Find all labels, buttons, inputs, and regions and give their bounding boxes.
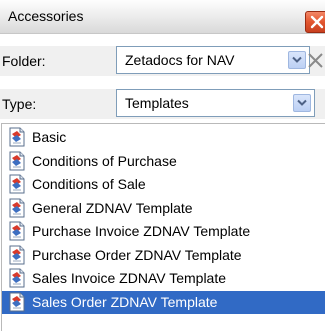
- type-dropdown[interactable]: Templates: [116, 89, 315, 117]
- clear-icon: [308, 53, 323, 68]
- template-list-item[interactable]: Purchase Order ZDNAV Template: [2, 244, 325, 267]
- close-button[interactable]: [305, 11, 325, 33]
- type-dropdown-button[interactable]: [293, 94, 311, 112]
- accessories-panel: Accessories Folder: Zetadocs for NAV Typ…: [0, 0, 325, 331]
- clear-folder-button[interactable]: [306, 51, 325, 70]
- template-list-item-label: Sales Invoice ZDNAV Template: [32, 270, 227, 286]
- document-template-icon: [9, 221, 25, 241]
- document-template-icon: [9, 198, 25, 218]
- template-list-item[interactable]: Sales Invoice ZDNAV Template: [2, 267, 325, 290]
- template-list-item-label: Conditions of Sale: [32, 176, 146, 192]
- template-list-item[interactable]: Basic: [2, 126, 325, 149]
- type-value: Templates: [125, 95, 189, 111]
- document-template-icon: [9, 292, 25, 312]
- folder-label: Folder:: [2, 53, 46, 69]
- document-template-icon: [9, 174, 25, 194]
- template-list-item[interactable]: Conditions of Sale: [2, 173, 325, 196]
- folder-dropdown[interactable]: Zetadocs for NAV: [116, 46, 310, 74]
- close-icon: [310, 15, 324, 29]
- folder-row: Folder: Zetadocs for NAV: [0, 46, 325, 76]
- template-list-item-label: Purchase Invoice ZDNAV Template: [32, 223, 251, 239]
- template-list-item[interactable]: Sales Order ZDNAV Template: [2, 291, 325, 314]
- folder-dropdown-button[interactable]: [288, 51, 306, 69]
- folder-value: Zetadocs for NAV: [125, 52, 235, 68]
- type-row: Type: Templates: [0, 89, 325, 119]
- template-list-item-label: Sales Order ZDNAV Template: [32, 294, 218, 310]
- panel-title: Accessories: [8, 8, 84, 24]
- document-template-icon: [9, 151, 25, 171]
- template-list-item[interactable]: Conditions of Purchase: [2, 150, 325, 173]
- document-template-icon: [9, 245, 25, 265]
- document-template-icon: [9, 268, 25, 288]
- type-label: Type:: [2, 96, 37, 112]
- chevron-down-icon: [297, 99, 307, 106]
- template-list-item-label: Conditions of Purchase: [32, 153, 177, 169]
- template-list-item-label: Basic: [32, 129, 67, 145]
- template-list-item[interactable]: Purchase Invoice ZDNAV Template: [2, 220, 325, 243]
- panel-titlebar: Accessories: [0, 0, 325, 34]
- template-list-item[interactable]: General ZDNAV Template: [2, 197, 325, 220]
- template-list-item-label: Purchase Order ZDNAV Template: [32, 247, 242, 263]
- template-list-item-label: General ZDNAV Template: [32, 200, 193, 216]
- template-list[interactable]: Basic Conditions of Purchase Conditions of…: [1, 123, 325, 331]
- chevron-down-icon: [292, 56, 302, 63]
- document-template-icon: [9, 127, 25, 147]
